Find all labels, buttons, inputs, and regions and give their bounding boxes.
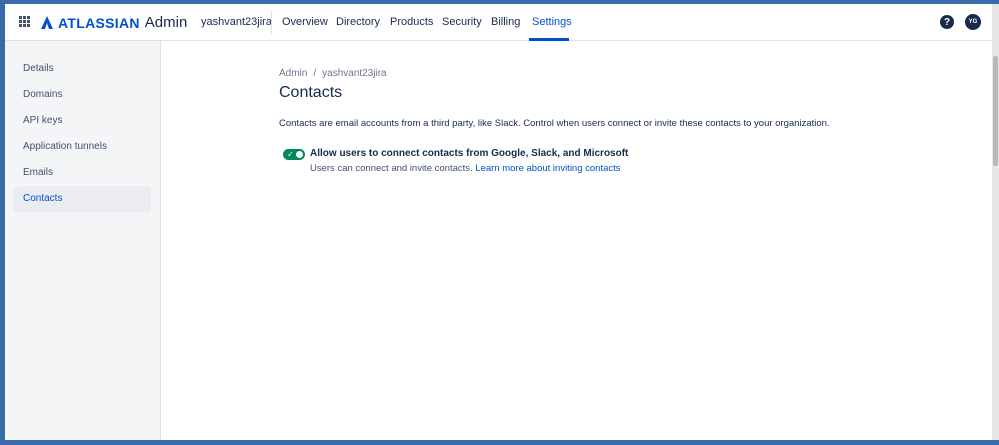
- page-description: Contacts are email accounts from a third…: [279, 118, 830, 129]
- sidebar-item-emails[interactable]: Emails: [14, 160, 151, 186]
- learn-more-link[interactable]: Learn more about inviting contacts: [475, 163, 620, 174]
- nav-products[interactable]: Products: [390, 16, 433, 28]
- scrollbar[interactable]: [992, 4, 999, 440]
- sidebar-item-domains[interactable]: Domains: [14, 82, 151, 108]
- toggle-knob: [296, 151, 303, 158]
- org-switcher[interactable]: yashvant23jira: [201, 16, 272, 28]
- nav-security[interactable]: Security: [442, 16, 482, 28]
- brand-product: Admin: [144, 14, 188, 31]
- breadcrumb: Admin / yashvant23jira: [279, 68, 387, 79]
- breadcrumb-admin[interactable]: Admin: [279, 68, 307, 79]
- nav-overview[interactable]: Overview: [282, 16, 328, 28]
- nav-settings[interactable]: Settings: [532, 16, 572, 28]
- breadcrumb-org[interactable]: yashvant23jira: [322, 68, 386, 79]
- nav-directory[interactable]: Directory: [336, 16, 380, 28]
- sidebar-item-contacts[interactable]: Contacts: [14, 186, 151, 212]
- avatar[interactable]: YG: [965, 14, 981, 30]
- atlassian-logo-icon: [41, 16, 53, 29]
- active-tab-indicator: [529, 38, 569, 41]
- atlassian-admin-logo[interactable]: ATLASSIAN Admin: [41, 14, 187, 31]
- brand-word: ATLASSIAN: [58, 14, 140, 31]
- toggle-help-text: Users can connect and invite contacts.: [310, 163, 473, 174]
- nav-divider: [271, 10, 272, 34]
- settings-sidebar: Details Domains API keys Application tun…: [5, 41, 161, 440]
- sidebar-item-application-tunnels[interactable]: Application tunnels: [14, 134, 151, 160]
- toggle-help: Users can connect and invite contacts. L…: [310, 163, 621, 174]
- nav-billing[interactable]: Billing: [491, 16, 520, 28]
- check-icon: ✓: [287, 150, 294, 159]
- sidebar-item-details[interactable]: Details: [14, 56, 151, 82]
- app-switcher-icon[interactable]: [19, 16, 30, 27]
- page-title: Contacts: [279, 84, 343, 101]
- sidebar-item-api-keys[interactable]: API keys: [14, 108, 151, 134]
- breadcrumb-separator: /: [313, 68, 317, 79]
- help-icon[interactable]: ?: [940, 15, 954, 29]
- scrollbar-thumb[interactable]: [993, 56, 998, 166]
- admin-window: ATLASSIAN Admin yashvant23jira Overview …: [5, 4, 992, 440]
- top-navigation: ATLASSIAN Admin yashvant23jira Overview …: [5, 4, 992, 41]
- contacts-toggle[interactable]: ✓: [283, 149, 305, 160]
- toggle-label: Allow users to connect contacts from Goo…: [310, 148, 629, 159]
